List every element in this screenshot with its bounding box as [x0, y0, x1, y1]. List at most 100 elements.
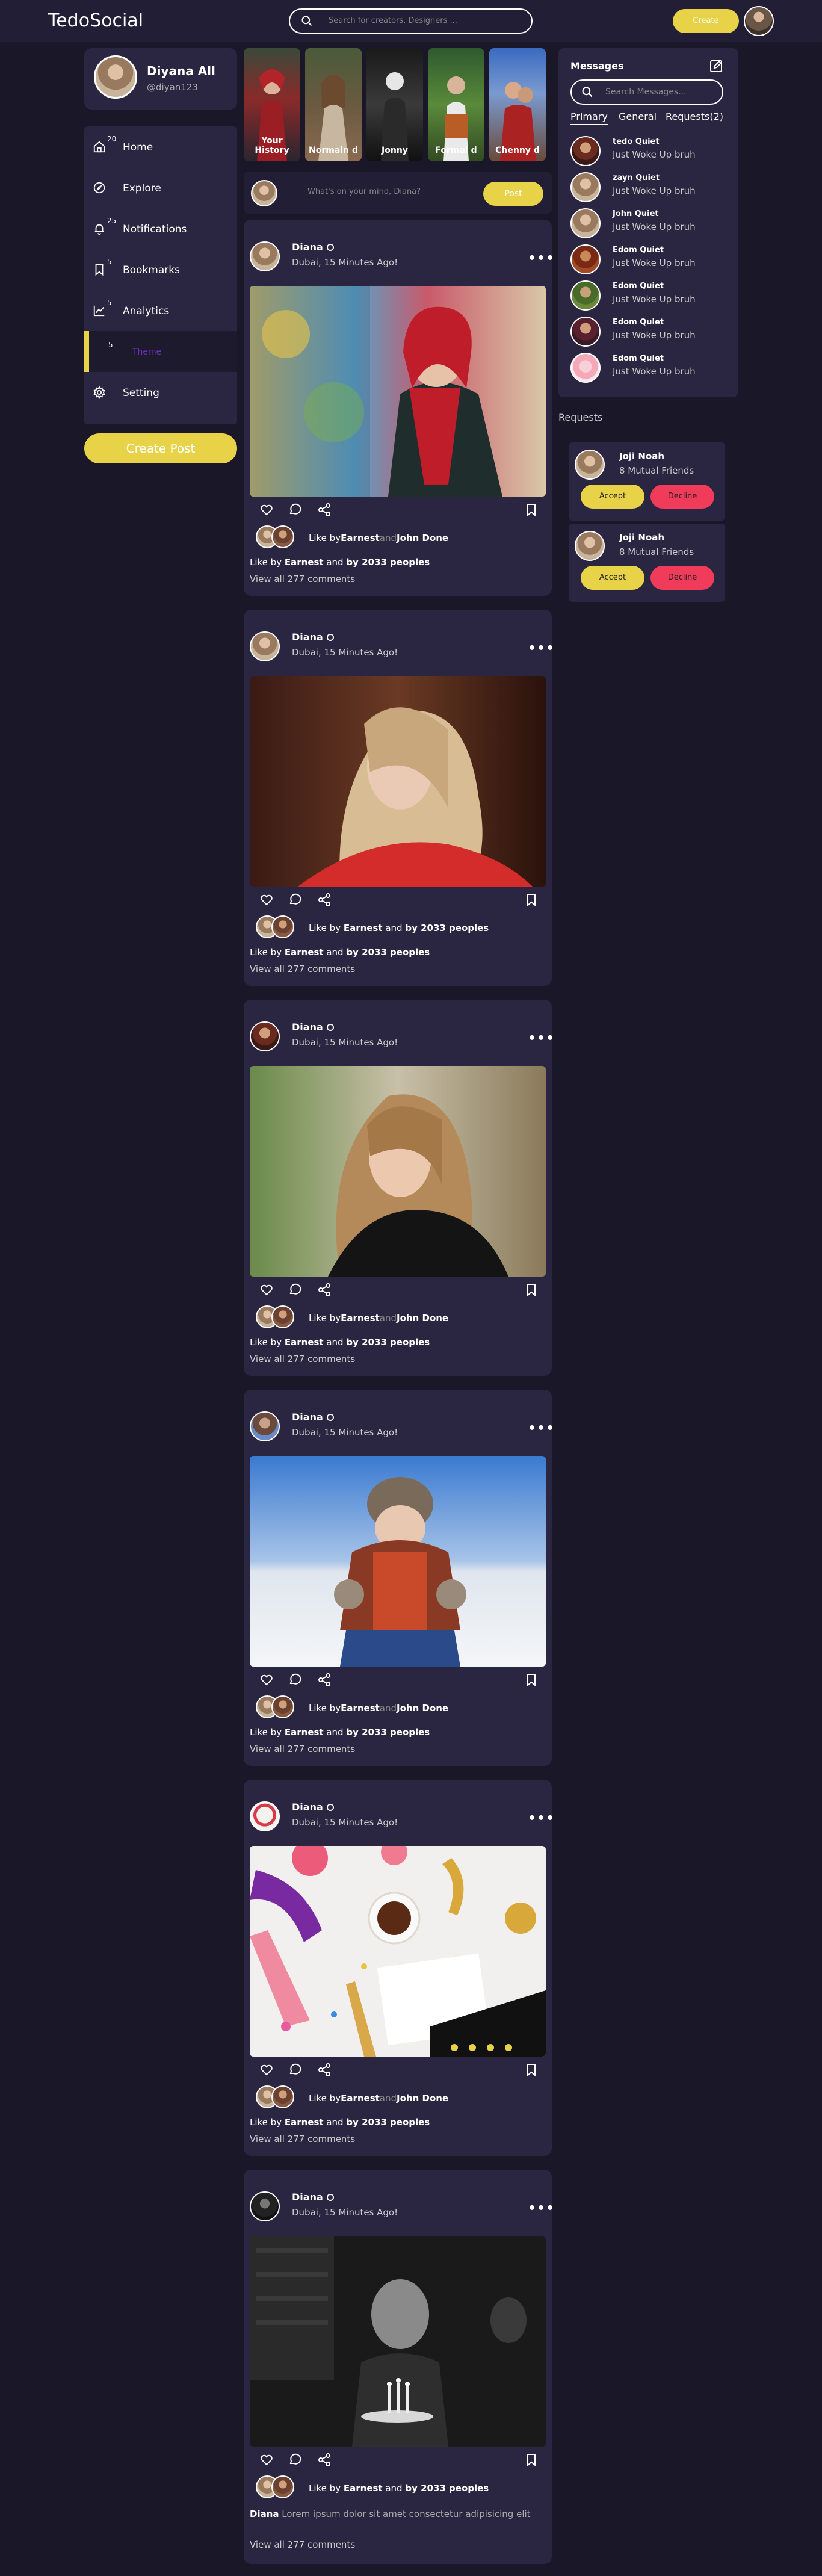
- post-image[interactable]: [250, 1456, 546, 1667]
- sidebar-item-theme[interactable]: 5 Theme: [84, 331, 237, 372]
- accept-button[interactable]: Accept: [581, 566, 644, 590]
- message-item[interactable]: Edom Quiet Just Woke Up bruh: [570, 242, 727, 277]
- more-options-icon[interactable]: •••: [528, 1421, 555, 1436]
- heart-icon[interactable]: [259, 503, 274, 517]
- bookmark-icon[interactable]: [524, 2453, 539, 2467]
- heart-icon[interactable]: [259, 2453, 274, 2467]
- message-item[interactable]: Edom Quiet Just Woke Up bruh: [570, 350, 727, 385]
- sidebar-item-explore[interactable]: Explore: [84, 167, 237, 208]
- sidebar-item-bookmarks[interactable]: 5 Bookmarks: [84, 249, 237, 290]
- more-options-icon[interactable]: •••: [528, 1811, 555, 1826]
- message-item[interactable]: John Quiet Just Woke Up bruh: [570, 206, 727, 241]
- sidebar-item-notifications[interactable]: 25 Notifications: [84, 208, 237, 249]
- liked-by-text: Like byEarnestandJohn Done: [309, 1313, 449, 1324]
- share-icon[interactable]: [317, 2453, 332, 2467]
- edit-icon[interactable]: [709, 59, 723, 73]
- share-icon[interactable]: [317, 1673, 332, 1687]
- share-icon[interactable]: [317, 893, 332, 907]
- view-comments-link[interactable]: View all 277 comments: [250, 2134, 355, 2144]
- post-author-avatar[interactable]: [250, 631, 280, 661]
- post-actions: [250, 1277, 546, 1301]
- comment-icon[interactable]: [288, 2063, 303, 2077]
- bookmark-icon[interactable]: [524, 893, 539, 907]
- post-image[interactable]: [250, 676, 546, 887]
- post-author-avatar[interactable]: [250, 1801, 280, 1831]
- more-options-icon[interactable]: •••: [528, 641, 555, 656]
- gear-icon: [93, 386, 105, 399]
- more-options-icon[interactable]: •••: [528, 251, 555, 266]
- sidebar-item-home[interactable]: 20 Home: [84, 126, 237, 167]
- view-comments-link[interactable]: View all 277 comments: [250, 1354, 355, 1364]
- post-author[interactable]: Diana: [292, 2191, 334, 2203]
- view-comments-link[interactable]: View all 277 comments: [250, 2539, 355, 2550]
- post-author-avatar[interactable]: [250, 241, 280, 271]
- bookmark-icon[interactable]: [524, 1673, 539, 1687]
- message-item[interactable]: zayn Quiet Just Woke Up bruh: [570, 170, 727, 205]
- post-author-avatar[interactable]: [250, 2191, 280, 2221]
- tab-primary[interactable]: Primary: [570, 111, 608, 125]
- post-button[interactable]: Post: [483, 182, 543, 206]
- post-author[interactable]: Diana: [292, 1411, 334, 1423]
- heart-icon[interactable]: [259, 1673, 274, 1687]
- story-card[interactable]: Jonny: [366, 48, 423, 161]
- comment-icon[interactable]: [288, 503, 303, 517]
- message-avatar: [570, 353, 601, 383]
- decline-button[interactable]: Decline: [650, 566, 714, 590]
- post-image[interactable]: [250, 1846, 546, 2057]
- share-icon[interactable]: [317, 2063, 332, 2077]
- bookmark-icon[interactable]: [524, 2063, 539, 2077]
- create-button[interactable]: Create: [673, 9, 739, 33]
- view-comments-link[interactable]: View all 277 comments: [250, 574, 355, 584]
- create-post-button[interactable]: Create Post: [84, 433, 237, 463]
- more-options-icon[interactable]: •••: [528, 1031, 555, 1046]
- story-card[interactable]: Chenny d: [489, 48, 546, 161]
- tab-requests[interactable]: Requests(2): [666, 111, 723, 122]
- comment-icon[interactable]: [288, 893, 303, 907]
- bookmark-icon[interactable]: [524, 503, 539, 517]
- search-icon: [301, 16, 312, 26]
- message-sender: Edom Quiet: [613, 282, 664, 291]
- message-item[interactable]: Edom Quiet Just Woke Up bruh: [570, 278, 727, 313]
- post-author[interactable]: Diana: [292, 1021, 334, 1033]
- story-card[interactable]: Formal d: [428, 48, 484, 161]
- comment-icon[interactable]: [288, 1283, 303, 1297]
- decline-button[interactable]: Decline: [650, 485, 714, 509]
- share-icon[interactable]: [317, 1283, 332, 1297]
- view-comments-link[interactable]: View all 277 comments: [250, 964, 355, 974]
- app-logo[interactable]: TedoSocial: [48, 10, 143, 31]
- search-bar[interactable]: Search for creators, Designers ...: [289, 8, 533, 34]
- search-placeholder: Search for creators, Designers ...: [329, 16, 457, 25]
- post-author-avatar[interactable]: [250, 1021, 280, 1051]
- story-card[interactable]: Normaln d: [305, 48, 362, 161]
- messages-search-input[interactable]: Search Messages...: [570, 79, 723, 105]
- post-author[interactable]: Diana: [292, 631, 334, 643]
- heart-icon[interactable]: [259, 2063, 274, 2077]
- user-avatar[interactable]: [744, 6, 774, 36]
- story-label: Normaln d: [309, 146, 358, 155]
- post-image[interactable]: [250, 286, 546, 497]
- post-author[interactable]: Diana: [292, 1801, 334, 1813]
- post-image[interactable]: [250, 1066, 546, 1277]
- heart-icon[interactable]: [259, 1283, 274, 1297]
- post-image[interactable]: [250, 2236, 546, 2447]
- profile-card[interactable]: Diyana All @diyan123: [84, 48, 237, 110]
- post-author-avatar[interactable]: [250, 1411, 280, 1441]
- story-card[interactable]: Your History: [244, 48, 300, 161]
- message-item[interactable]: tedo Quiet Just Woke Up bruh: [570, 134, 727, 169]
- view-comments-link[interactable]: View all 277 comments: [250, 1744, 355, 1754]
- comment-icon[interactable]: [288, 2453, 303, 2467]
- comment-icon[interactable]: [288, 1673, 303, 1687]
- sidebar-item-analytics[interactable]: 5 Analytics: [84, 290, 237, 331]
- post-actions: [250, 2447, 546, 2471]
- composer-input[interactable]: What's on your mind, Diana?: [307, 187, 421, 196]
- more-options-icon[interactable]: •••: [528, 2201, 555, 2216]
- bookmark-icon[interactable]: [524, 1283, 539, 1297]
- share-icon[interactable]: [317, 503, 332, 517]
- tab-general[interactable]: General: [619, 111, 657, 122]
- verified-icon: [326, 1414, 334, 1421]
- post-author[interactable]: Diana: [292, 241, 334, 253]
- heart-icon[interactable]: [259, 893, 274, 907]
- accept-button[interactable]: Accept: [581, 485, 644, 509]
- message-item[interactable]: Edom Quiet Just Woke Up bruh: [570, 314, 727, 349]
- sidebar-item-setting[interactable]: Setting: [84, 372, 237, 413]
